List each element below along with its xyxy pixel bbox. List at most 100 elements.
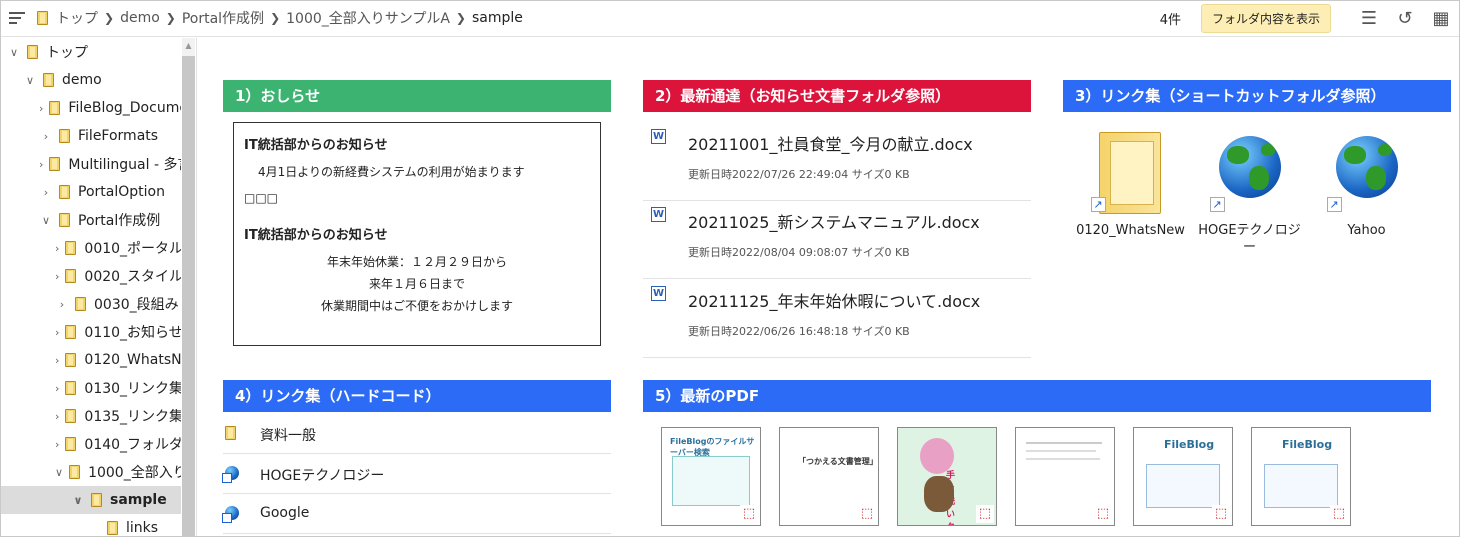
chevron-down-icon[interactable]: ∨ [55, 466, 63, 479]
hardlink-label[interactable]: 資料一般 [260, 425, 316, 445]
list-view-icon[interactable]: ☰ [1351, 8, 1387, 29]
folder-icon [59, 129, 70, 143]
doc-item[interactable]: W 20211025_新システムマニュアル.docx 更新日時2022/08/0… [643, 201, 1031, 279]
pdf-thumbnail[interactable]: FileBlogのファイルサーバー検索 ⬚ [661, 427, 761, 526]
doc-name[interactable]: 20211001_社員食堂_今月の献立.docx [688, 131, 973, 155]
hardlink-item[interactable]: HOGEテクノロジー [222, 454, 611, 494]
folder-icon [65, 241, 77, 255]
chevron-down-icon[interactable]: ∨ [39, 214, 53, 227]
chevron-down-icon[interactable]: ∨ [23, 74, 37, 87]
scroll-up-icon[interactable]: ▲ [182, 38, 195, 54]
tree-item[interactable]: › 0010_ポータル [1, 234, 181, 262]
doc-item[interactable]: W 20211001_社員食堂_今月の献立.docx 更新日時2022/07/2… [643, 123, 1031, 201]
tree-item[interactable]: › PortalOption [1, 178, 181, 206]
refresh-icon[interactable]: ↺ [1387, 8, 1423, 29]
tree-item[interactable]: › 0130_リンク集 [1, 374, 181, 402]
chevron-right-icon[interactable]: › [55, 298, 69, 311]
section-header-latest: 2）最新通達（お知らせ文書フォルダ参照） [643, 80, 1031, 112]
breadcrumb-item[interactable]: 1000_全部入りサンプルA [286, 8, 450, 28]
tree-item-label: 0120_WhatsNew [84, 352, 181, 368]
pdf-thumbnail[interactable]: FileBlog ⬚ [1251, 427, 1351, 526]
tree-item[interactable]: › 0020_スタイル [1, 262, 181, 290]
tree-item[interactable]: ∨ トップ [1, 38, 181, 66]
notice-text: 年末年始休業：１２月２９日から [326, 255, 507, 269]
folder-icon [65, 437, 77, 451]
chevron-right-icon[interactable]: › [39, 130, 53, 143]
breadcrumb-item[interactable]: Portal作成例 [182, 8, 264, 28]
pdf-thumbnail[interactable]: FileBlog ⬚ [1133, 427, 1233, 526]
chevron-right-icon[interactable]: › [55, 270, 59, 283]
hardlink-item[interactable]: 資料一般 [223, 414, 611, 454]
chevron-down-icon[interactable]: ∨ [71, 494, 85, 507]
pdf-thumbnail[interactable]: 「つかえる文書管理」 ⬚ [779, 427, 879, 526]
chevron-right-icon: ❯ [165, 11, 176, 25]
tree-item[interactable]: ∨ demo [1, 66, 181, 94]
hardlink-item[interactable]: Google [222, 494, 611, 534]
tree-item[interactable]: ∨ 1000_全部入り [1, 458, 181, 486]
tree-item[interactable]: links [1, 514, 181, 536]
chevron-right-icon[interactable]: › [55, 354, 59, 367]
doc-meta: 更新日時2022/08/04 09:08:07 サイズ0 KB [688, 246, 910, 259]
chevron-right-icon[interactable]: › [39, 186, 53, 199]
tree-item[interactable]: › FileBlog_Documents [1, 94, 181, 122]
doc-name[interactable]: 20211025_新システムマニュアル.docx [688, 209, 980, 233]
pdf-thumbnail[interactable]: ⬚ [1015, 427, 1115, 526]
globe-icon [222, 466, 239, 483]
shortcut-hoge[interactable]: ↗ HOGEテクノロジー [1192, 132, 1307, 256]
chevron-right-icon[interactable]: › [55, 438, 59, 451]
notice-title: IT統括部からのお知らせ [244, 138, 388, 153]
chevron-right-icon: ❯ [455, 11, 466, 25]
hardlink-label[interactable]: Google [260, 505, 309, 521]
tree-item-label: トップ [46, 45, 88, 61]
scrollbar-thumb[interactable] [182, 56, 195, 536]
folder-icon [49, 157, 61, 171]
tree-item[interactable]: › 0030_段組み [1, 290, 181, 318]
sidebar-scrollbar[interactable]: ▲ [182, 38, 195, 536]
tree-item[interactable]: › 0120_WhatsNew [1, 346, 181, 374]
chevron-right-icon[interactable]: › [39, 158, 43, 171]
folder-icon [225, 426, 236, 440]
folder-icon [65, 409, 77, 423]
shortcut-yahoo[interactable]: ↗ Yahoo [1309, 132, 1424, 239]
chevron-down-icon[interactable]: ∨ [7, 46, 21, 59]
tree-item[interactable]: ∨ sample [1, 486, 181, 514]
tree-item[interactable]: › 0110_お知らせ [1, 318, 181, 346]
folder-icon [107, 521, 118, 535]
doc-meta: 更新日時2022/06/26 16:48:18 サイズ0 KB [688, 325, 910, 338]
chevron-right-icon[interactable]: › [55, 382, 59, 395]
pdf-icon: ⬚ [976, 505, 994, 523]
folder-icon [37, 11, 48, 25]
show-folder-contents-button[interactable]: フォルダ内容を表示 [1200, 3, 1331, 33]
tree-item[interactable]: › 0140_フォルダ [1, 430, 181, 458]
pdf-thumbnail[interactable]: 手を洗いクマ ⬚ [897, 427, 997, 526]
tree-item[interactable]: › FileFormats [1, 122, 181, 150]
menu-icon[interactable] [9, 12, 25, 24]
folder-icon [65, 325, 77, 339]
breadcrumb-item[interactable]: トップ [56, 8, 98, 28]
tree-item-label: demo [62, 72, 102, 88]
chevron-right-icon[interactable]: › [55, 242, 59, 255]
pdf-title: FileBlog [1164, 438, 1215, 451]
folder-icon [43, 73, 54, 87]
doc-item[interactable]: W 20211125_年末年始休暇について.docx 更新日時2022/06/2… [643, 280, 1031, 358]
folder-icon [75, 297, 86, 311]
tree-item-label: FileFormats [78, 128, 159, 144]
section-header-hardlinks: 4）リンク集（ハードコード） [223, 380, 611, 412]
doc-name[interactable]: 20211125_年末年始休暇について.docx [688, 288, 980, 312]
doc-meta: 更新日時2022/07/26 22:49:04 サイズ0 KB [688, 168, 910, 181]
shortcut-whatsnew[interactable]: ↗ 0120_WhatsNew [1073, 132, 1188, 239]
tree-item[interactable]: ∨ Portal作成例 [1, 206, 181, 234]
tree-item-label: 0010_ポータル [84, 241, 181, 257]
tree-item[interactable]: › 0135_リンク集 [1, 402, 181, 430]
hardlink-label[interactable]: HOGEテクノロジー [260, 465, 384, 485]
tree-item[interactable]: › Multilingual - 多言語 [1, 150, 181, 178]
section-header-notice: 1）おしらせ [223, 80, 611, 112]
globe-shortcut-icon: ↗ [1209, 132, 1286, 212]
folder-icon [65, 381, 77, 395]
breadcrumb-item[interactable]: demo [120, 10, 160, 26]
pdf-title: 「つかえる文書管理」 [798, 457, 878, 466]
chevron-right-icon[interactable]: › [55, 326, 59, 339]
chevron-right-icon[interactable]: › [55, 410, 59, 423]
grid-view-icon[interactable]: ▦ [1423, 8, 1459, 29]
chevron-right-icon[interactable]: › [39, 102, 43, 115]
